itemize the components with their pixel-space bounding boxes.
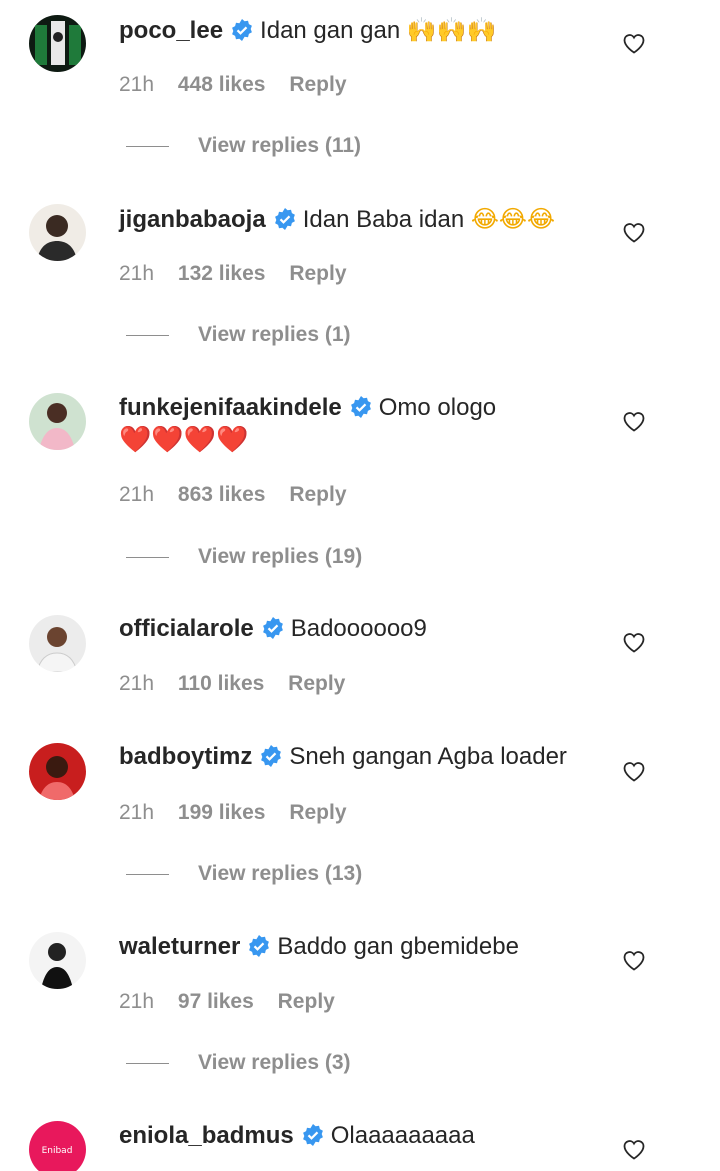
comment-text: Baddo gan gbemidebe (277, 933, 519, 960)
comment-meta: 21h 199 likes Reply (119, 801, 365, 825)
username[interactable]: waleturner (119, 933, 240, 960)
reply-button[interactable]: Reply (289, 483, 346, 506)
reply-button[interactable]: Reply (289, 801, 346, 824)
likes-count[interactable]: 199 likes (178, 801, 266, 824)
avatar[interactable] (29, 743, 86, 800)
avatar[interactable] (29, 615, 86, 672)
avatar[interactable] (29, 393, 86, 450)
comment-meta: 21h 448 likes Reply (119, 73, 365, 97)
like-heart-icon[interactable] (622, 410, 646, 432)
likes-count[interactable]: 132 likes (178, 262, 266, 285)
comment-time: 21h (119, 990, 155, 1013)
replies-divider (126, 556, 169, 558)
comment-text: Badoooooo9 (290, 615, 427, 642)
comment-text: Olaaaaaaaaa (330, 1122, 475, 1149)
comment-emoji: ❤️❤️❤️❤️ (119, 425, 249, 455)
comment-body: badboytimz Sneh gangan Agba loader (119, 741, 589, 773)
view-replies-label: View replies (13) (198, 862, 363, 885)
comment-time: 21h (119, 672, 155, 695)
replies-divider (126, 1062, 169, 1064)
replies-divider (126, 145, 169, 147)
comment-meta: 21h 863 likes Reply (119, 483, 365, 507)
like-heart-icon[interactable] (622, 221, 646, 243)
comment-text: Sneh gangan Agba loader (289, 743, 567, 770)
verified-badge-icon (232, 19, 252, 41)
comment-body: waleturner Baddo gan gbemidebe (119, 931, 589, 963)
comment-body: jiganbabaoja Idan Baba idan 😂😂😂 (119, 203, 589, 236)
svg-text:Enibad: Enibad (42, 1146, 73, 1156)
replies-divider (126, 873, 169, 875)
username[interactable]: officialarole (119, 615, 254, 642)
comment-meta: 21h 132 likes Reply (119, 262, 365, 286)
reply-button[interactable]: Reply (289, 73, 346, 96)
comment-time: 21h (119, 801, 155, 824)
verified-badge-icon (261, 745, 282, 767)
username[interactable]: jiganbabaoja (119, 206, 266, 233)
like-heart-icon[interactable] (622, 760, 646, 782)
reply-button[interactable]: Reply (288, 672, 345, 695)
likes-count[interactable]: 863 likes (178, 483, 266, 506)
view-replies-button[interactable]: View replies (3) (126, 1051, 351, 1075)
like-heart-icon[interactable] (622, 32, 646, 54)
comment-emoji: 😂😂😂 (470, 205, 555, 233)
view-replies-label: View replies (3) (198, 1051, 351, 1074)
verified-badge-icon (274, 208, 295, 230)
username[interactable]: badboytimz (119, 743, 252, 770)
likes-count[interactable]: 448 likes (178, 73, 266, 96)
view-replies-button[interactable]: View replies (1) (126, 323, 351, 347)
verified-badge-icon (249, 935, 270, 957)
comment-meta: 21h 97 likes Reply (119, 990, 353, 1014)
like-heart-icon[interactable] (622, 1138, 646, 1160)
reply-button[interactable]: Reply (278, 990, 335, 1013)
comment-time: 21h (119, 73, 155, 96)
avatar[interactable] (29, 932, 86, 989)
reply-button[interactable]: Reply (289, 262, 346, 285)
view-replies-button[interactable]: View replies (13) (126, 862, 362, 886)
verified-badge-icon (302, 1124, 323, 1146)
view-replies-label: View replies (1) (198, 323, 351, 346)
like-heart-icon[interactable] (622, 949, 646, 971)
comment-text: Idan Baba idan (302, 206, 465, 233)
comment-meta: 21h 110 likes Reply (119, 672, 363, 696)
comment-text: Idan gan gan (260, 17, 401, 44)
comment-emoji: 🙌🙌🙌 (406, 16, 497, 44)
verified-badge-icon (350, 396, 371, 418)
verified-badge-icon (262, 617, 283, 639)
view-replies-button[interactable]: View replies (19) (126, 545, 362, 569)
like-heart-icon[interactable] (622, 631, 646, 653)
avatar[interactable] (29, 15, 86, 72)
comment-body: funkejenifaakindele Omo ologo ❤️❤️❤️❤️ (119, 392, 589, 457)
username[interactable]: eniola_badmus (119, 1122, 294, 1149)
comment-time: 21h (119, 483, 155, 506)
likes-count[interactable]: 110 likes (178, 672, 264, 695)
view-replies-label: View replies (19) (198, 545, 363, 568)
comment-body: eniola_badmus Olaaaaaaaaa (119, 1120, 589, 1152)
view-replies-button[interactable]: View replies (11) (126, 134, 361, 158)
view-replies-label: View replies (11) (198, 134, 362, 157)
comment-time: 21h (119, 262, 155, 285)
avatar[interactable]: Enibad (29, 1121, 86, 1171)
comment-text: Omo ologo (378, 394, 497, 421)
comment-body: poco_lee Idan gan gan 🙌🙌🙌 (119, 14, 589, 47)
username[interactable]: poco_lee (119, 17, 223, 44)
likes-count[interactable]: 97 likes (178, 990, 254, 1013)
comment-body: officialarole Badoooooo9 (119, 613, 589, 645)
avatar[interactable] (29, 204, 86, 261)
replies-divider (126, 334, 169, 336)
username[interactable]: funkejenifaakindele (119, 394, 342, 421)
